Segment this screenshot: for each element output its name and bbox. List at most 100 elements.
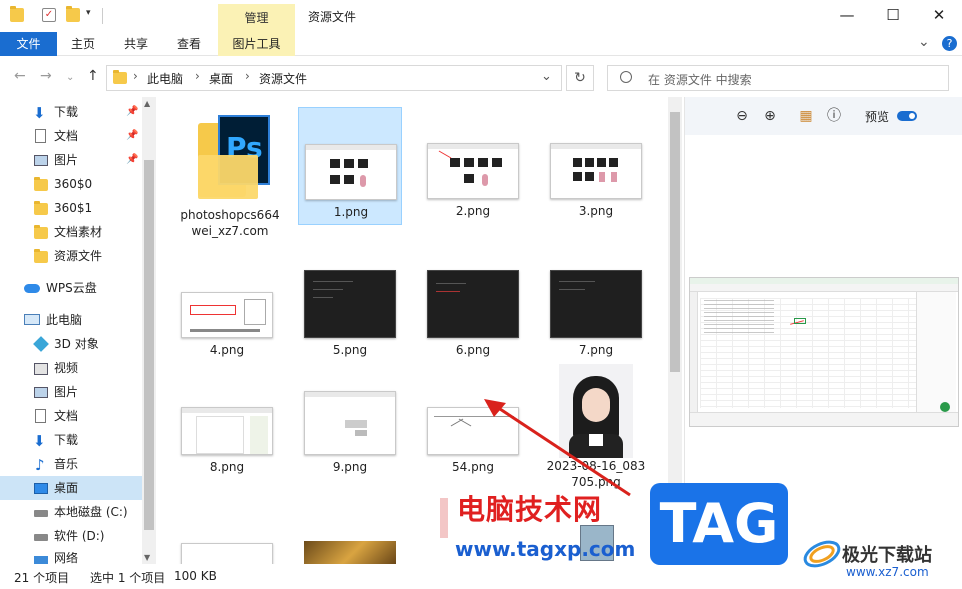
grid-apps-icon[interactable]: ▦ <box>797 107 815 125</box>
file-item[interactable]: 4.png <box>175 260 279 360</box>
sidebar-item-label: 此电脑 <box>46 313 83 327</box>
file-item[interactable]: 8.png <box>175 377 279 477</box>
maximize-button[interactable]: ☐ <box>870 0 916 30</box>
search-box[interactable]: 在 资源文件 中搜索 <box>607 65 949 91</box>
sidebar-item-label: 视频 <box>54 361 79 375</box>
new-folder-icon[interactable] <box>66 6 80 22</box>
sidebar-item-label: WPS云盘 <box>46 281 97 295</box>
tab-share[interactable]: 共享 <box>115 32 157 56</box>
tab-manage[interactable]: 管理 <box>218 4 295 32</box>
file-item[interactable]: Ps photoshopcs664wei_xz7.com <box>178 107 282 247</box>
sidebar-item-software-d[interactable]: 软件 (D:) <box>0 524 142 548</box>
scroll-down-icon[interactable]: ▼ <box>144 553 150 562</box>
file-item[interactable]: 7.png <box>544 260 648 360</box>
breadcrumb-resources[interactable]: 资源文件 <box>259 70 307 87</box>
breadcrumb-desktop[interactable]: 桌面 <box>209 70 233 87</box>
refresh-button[interactable]: ↻ <box>566 65 594 91</box>
file-item-selected[interactable]: 1.png <box>298 107 402 225</box>
sidebar-item-label: 本地磁盘 (C:) <box>54 505 128 519</box>
network-icon <box>34 556 48 564</box>
sidebar-item-doc-materials[interactable]: 文档素材 <box>0 220 142 244</box>
minimize-button[interactable]: — <box>824 0 870 30</box>
file-name: 2.png <box>455 204 491 218</box>
watermark-logo-text: 极光下载站 <box>842 545 932 566</box>
file-item[interactable]: 2.png <box>421 107 525 225</box>
sidebar-item-documents-pc[interactable]: 文档 <box>0 404 142 428</box>
up-arrow-icon[interactable]: ↑ <box>87 68 99 84</box>
sidebar-item-documents[interactable]: 文档 📌 <box>0 124 142 148</box>
sidebar-item-this-pc[interactable]: 此电脑 <box>0 308 142 332</box>
desktop-icon <box>34 483 48 494</box>
scroll-up-icon[interactable]: ▲ <box>144 99 150 108</box>
expand-ribbon-icon[interactable]: ⌄ <box>918 34 930 50</box>
tab-picture-tools[interactable]: 图片工具 <box>218 32 295 56</box>
document-icon <box>35 409 46 423</box>
breadcrumb-separator[interactable]: › <box>195 69 200 83</box>
sidebar-item-music[interactable]: ♪ 音乐 <box>0 452 142 476</box>
search-input[interactable]: 在 资源文件 中搜索 <box>648 71 752 88</box>
zoom-in-icon[interactable]: ⊕ <box>761 107 779 125</box>
breadcrumb-this-pc[interactable]: 此电脑 <box>147 70 183 87</box>
sidebar-item-network[interactable]: 网络 <box>0 552 142 564</box>
sidebar-item-desktop[interactable]: 桌面 <box>0 476 142 500</box>
sidebar-item-label: 软件 (D:) <box>54 529 105 543</box>
file-name: 9.png <box>332 460 368 474</box>
image-thumbnail <box>427 270 519 338</box>
watermark-text: 电脑技术网 <box>457 493 603 526</box>
tab-file[interactable]: 文件 <box>0 32 57 56</box>
tab-home[interactable]: 主页 <box>62 32 104 56</box>
file-item[interactable]: 9.png <box>298 377 402 477</box>
cube-icon <box>33 336 49 352</box>
sidebar-item-local-disk-c[interactable]: 本地磁盘 (C:) <box>0 500 142 524</box>
pin-icon: 📌 <box>126 106 139 117</box>
ribbon-tabs: 文件 主页 共享 查看 图片工具 ⌄ ? <box>0 32 962 56</box>
divider <box>102 8 103 24</box>
customize-quick-access-icon[interactable]: ▾ <box>86 8 100 22</box>
computer-icon <box>24 314 40 325</box>
sidebar-item-pictures-pc[interactable]: 图片 <box>0 380 142 404</box>
sidebar-item-360-0[interactable]: 360$0 <box>0 172 142 196</box>
image-thumbnail[interactable] <box>304 541 396 564</box>
image-thumbnail[interactable] <box>181 543 273 564</box>
sidebar-item-resources[interactable]: 资源文件 <box>0 244 142 268</box>
sidebar-item-label: 图片 <box>54 153 79 167</box>
forward-arrow-icon[interactable]: → <box>40 68 52 84</box>
selected-size: 100 KB <box>174 569 217 583</box>
sidebar-item-downloads[interactable]: ⬇ 下载 📌 <box>0 100 142 124</box>
file-name: 8.png <box>209 460 245 474</box>
sidebar-item-wps-cloud[interactable]: WPS云盘 <box>0 276 142 300</box>
file-item[interactable]: 6.png <box>421 260 525 360</box>
recent-locations-icon[interactable]: ⌄ <box>66 72 74 83</box>
address-dropdown-icon[interactable]: ⌄ <box>541 69 552 84</box>
tab-view[interactable]: 查看 <box>168 32 210 56</box>
sidebar-item-360-1[interactable]: 360$1 <box>0 196 142 220</box>
sidebar-item-videos[interactable]: 视频 <box>0 356 142 380</box>
back-arrow-icon[interactable]: ← <box>14 68 26 84</box>
sidebar-scrollbar-thumb[interactable] <box>144 160 154 530</box>
document-icon <box>35 129 46 143</box>
properties-icon[interactable]: ✓ <box>42 8 56 22</box>
zoom-out-icon[interactable]: ⊖ <box>733 107 751 125</box>
help-icon[interactable]: ? <box>942 36 957 51</box>
address-bar[interactable]: › 此电脑 › 桌面 › 资源文件 ⌄ <box>106 65 562 91</box>
sidebar-item-3d-objects[interactable]: 3D 对象 <box>0 332 142 356</box>
image-thumbnail <box>181 292 273 338</box>
content-scrollbar-thumb[interactable] <box>670 112 680 372</box>
help-circle-icon[interactable]: ⓘ <box>825 107 843 125</box>
file-item[interactable]: 3.png <box>544 107 648 225</box>
aurora-logo-icon <box>803 540 841 568</box>
file-name: 3.png <box>578 204 614 218</box>
close-button[interactable]: ✕ <box>916 0 962 30</box>
sidebar-item-label: 文档 <box>54 409 79 423</box>
image-thumbnail <box>550 270 642 338</box>
sidebar-item-label: 文档 <box>54 129 79 143</box>
ps-folder-thumbnail: Ps <box>184 115 276 199</box>
file-item[interactable]: 5.png <box>298 260 402 360</box>
folder-icon <box>34 177 48 191</box>
breadcrumb-separator[interactable]: › <box>245 69 250 83</box>
preview-toggle[interactable] <box>897 111 917 121</box>
breadcrumb-separator[interactable]: › <box>133 69 138 83</box>
sidebar-item-downloads-pc[interactable]: ⬇ 下载 <box>0 428 142 452</box>
sidebar-item-pictures[interactable]: 图片 📌 <box>0 148 142 172</box>
image-thumbnail <box>181 407 273 455</box>
